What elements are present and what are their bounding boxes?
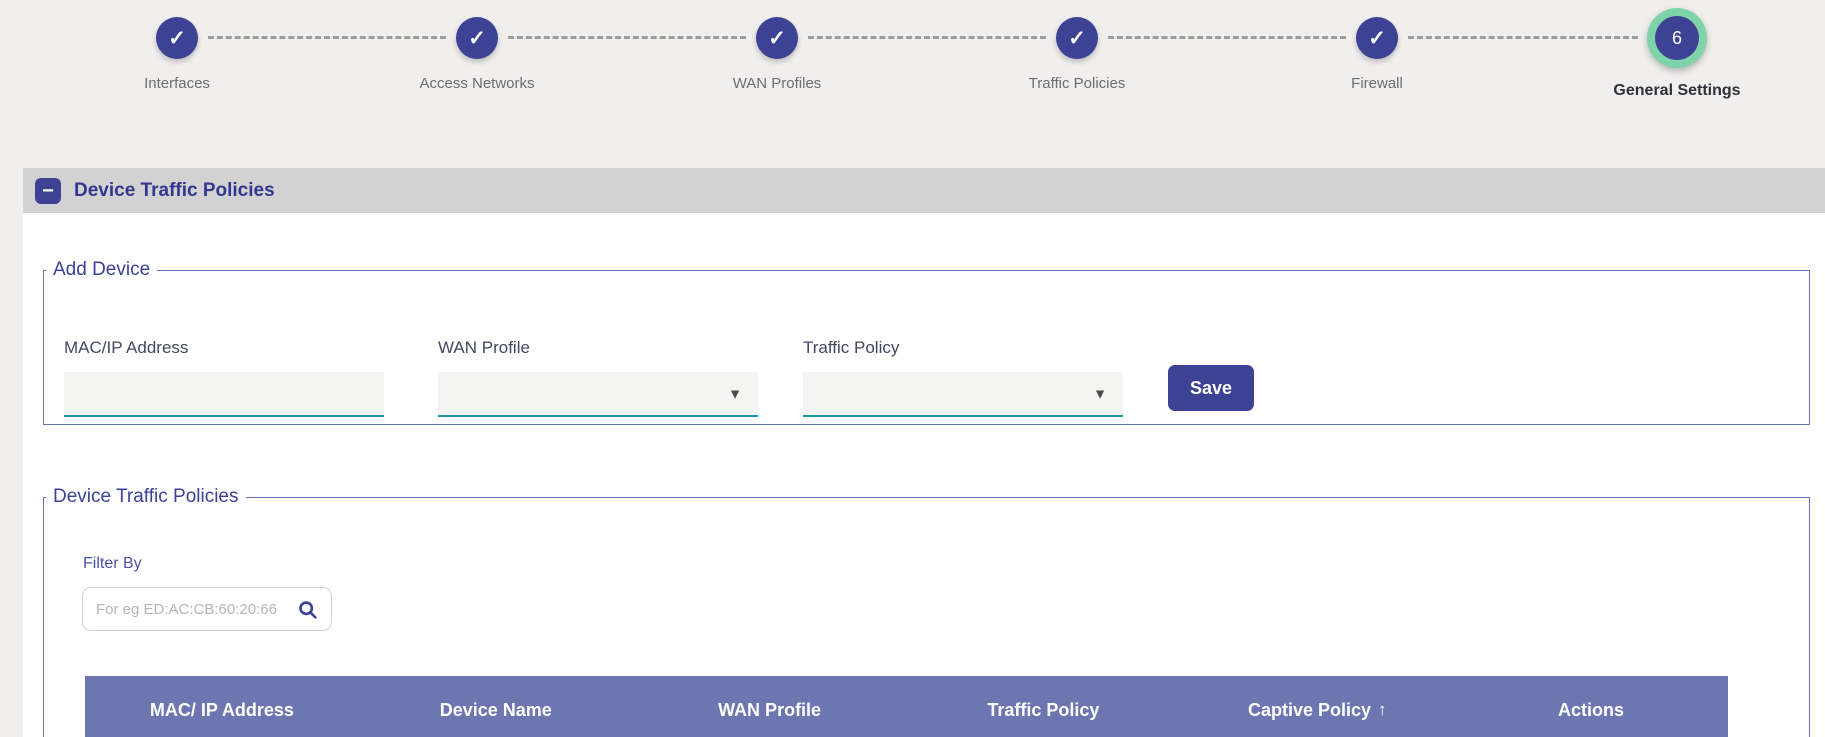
step-firewall[interactable]: ✓ Firewall — [1227, 8, 1527, 100]
step-circle[interactable]: ✓ — [156, 8, 198, 68]
column-label: Captive Policy — [1248, 700, 1371, 721]
filter-search-input[interactable] — [96, 601, 297, 618]
step-general-settings[interactable]: 6 General Settings — [1527, 8, 1825, 100]
mac-ip-input[interactable] — [64, 372, 384, 417]
sort-ascending-icon: ↑ — [1378, 700, 1387, 720]
step-label: Interfaces — [144, 75, 210, 92]
step-label: Access Networks — [419, 75, 534, 92]
step-circle[interactable]: ✓ — [1056, 8, 1098, 68]
column-header-mac-ip-address[interactable]: MAC/ IP Address — [85, 676, 359, 737]
filter-search-box[interactable] — [82, 587, 332, 631]
check-icon: ✓ — [168, 26, 186, 51]
step-wan-profiles[interactable]: ✓ WAN Profiles — [627, 8, 927, 100]
search-icon — [297, 599, 318, 620]
check-icon: ✓ — [768, 26, 786, 51]
device-policies-table: MAC/ IP Address Device Name WAN Profile … — [85, 676, 1728, 737]
step-label: General Settings — [1613, 82, 1740, 100]
collapse-section-button[interactable]: − — [35, 178, 61, 204]
wan-profile-label: WAN Profile — [438, 338, 530, 358]
column-label: WAN Profile — [718, 700, 821, 721]
step-label: WAN Profiles — [733, 75, 822, 92]
wizard-stepper: ✓ Interfaces ✓ Access Networks ✓ WAN Pro… — [27, 8, 1825, 100]
chevron-down-icon: ▼ — [1093, 385, 1107, 401]
add-device-legend: Add Device — [46, 259, 157, 281]
column-label: Traffic Policy — [987, 700, 1099, 721]
step-interfaces[interactable]: ✓ Interfaces — [27, 8, 327, 100]
column-header-device-name[interactable]: Device Name — [359, 676, 633, 737]
step-number: 6 — [1672, 28, 1682, 49]
traffic-policy-label: Traffic Policy — [803, 338, 899, 358]
step-label: Firewall — [1351, 75, 1403, 92]
traffic-policy-select[interactable]: ▼ — [803, 372, 1123, 417]
column-header-actions[interactable]: Actions — [1454, 676, 1728, 737]
check-icon: ✓ — [468, 26, 486, 51]
filter-by-label: Filter By — [83, 555, 142, 573]
check-icon: ✓ — [1368, 26, 1386, 51]
column-label: Device Name — [440, 700, 552, 721]
step-label: Traffic Policies — [1029, 75, 1126, 92]
step-traffic-policies[interactable]: ✓ Traffic Policies — [927, 8, 1227, 100]
check-icon: ✓ — [1068, 26, 1086, 51]
column-header-traffic-policy[interactable]: Traffic Policy — [906, 676, 1180, 737]
column-header-captive-policy[interactable]: Captive Policy ↑ — [1180, 676, 1454, 737]
step-circle[interactable]: ✓ — [456, 8, 498, 68]
chevron-down-icon: ▼ — [728, 385, 742, 401]
mac-ip-label: MAC/IP Address — [64, 338, 188, 358]
step-circle[interactable]: 6 — [1647, 8, 1707, 68]
column-header-wan-profile[interactable]: WAN Profile — [633, 676, 907, 737]
add-device-group: Add Device MAC/IP Address WAN Profile ▼ … — [43, 259, 1810, 425]
section-header-bar: − Device Traffic Policies — [23, 168, 1825, 213]
section-title: Device Traffic Policies — [74, 180, 275, 202]
search-button[interactable] — [297, 599, 318, 620]
column-label: Actions — [1558, 700, 1624, 721]
save-button[interactable]: Save — [1168, 365, 1254, 411]
minus-icon: − — [42, 180, 54, 202]
device-traffic-policies-group: Device Traffic Policies Filter By MAC/ I… — [43, 486, 1810, 737]
device-traffic-policies-legend: Device Traffic Policies — [46, 486, 246, 508]
active-step-ring: 6 — [1647, 8, 1707, 68]
wan-profile-select[interactable]: ▼ — [438, 372, 758, 417]
step-access-networks[interactable]: ✓ Access Networks — [327, 8, 627, 100]
step-circle[interactable]: ✓ — [756, 8, 798, 68]
table-header-row: MAC/ IP Address Device Name WAN Profile … — [85, 676, 1728, 737]
column-label: MAC/ IP Address — [150, 700, 294, 721]
step-circle[interactable]: ✓ — [1356, 8, 1398, 68]
wizard-page: ✓ Interfaces ✓ Access Networks ✓ WAN Pro… — [0, 0, 1825, 737]
